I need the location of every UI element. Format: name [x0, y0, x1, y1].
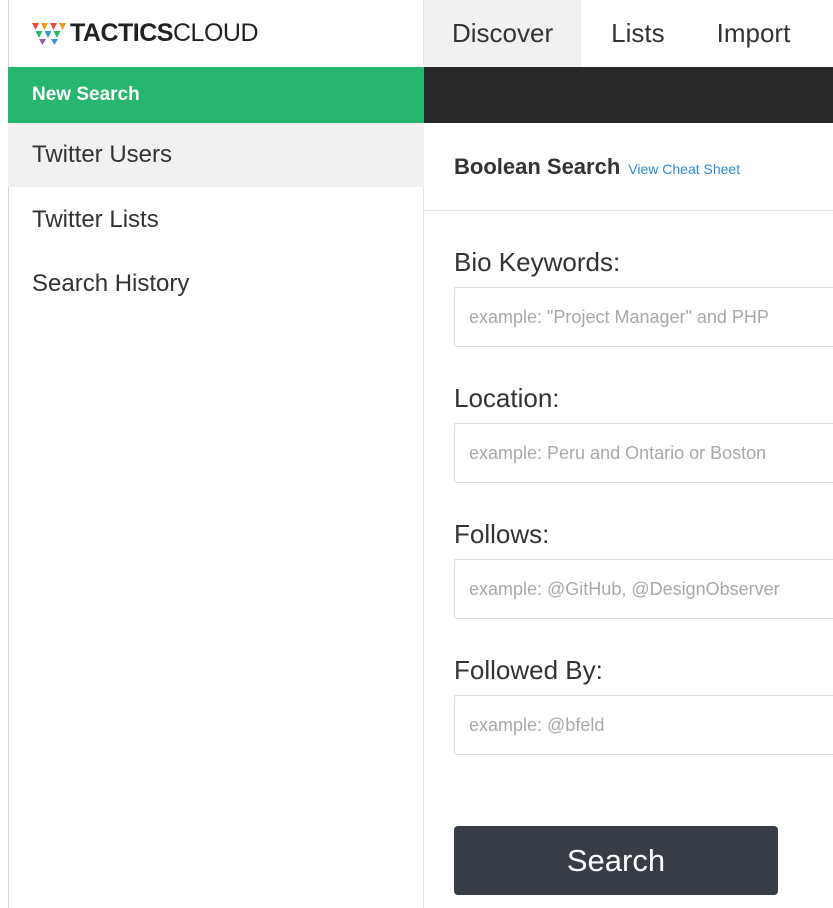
tab-label: Import — [716, 18, 791, 48]
follows-label: Follows: — [454, 519, 550, 549]
tab-label: Lists — [611, 18, 665, 48]
sub-header-bar — [424, 67, 833, 123]
top-navigation: Discover Lists Import — [424, 0, 833, 67]
sidebar-item-label: Twitter Users — [32, 141, 173, 168]
sidebar-item-label: Twitter Lists — [32, 206, 159, 233]
boolean-search-form: Bio Keywords: Location: Follows: Followe… — [424, 211, 833, 908]
tab-discover[interactable]: Discover — [424, 0, 582, 67]
bio-keywords-label: Bio Keywords: — [454, 247, 621, 277]
sidebar: TACTICSCLOUD New Search Twitter Users Tw… — [0, 0, 424, 908]
location-label: Location: — [454, 383, 560, 413]
followed-by-label: Followed By: — [454, 655, 603, 685]
tab-label: Discover — [452, 18, 554, 48]
sidebar-item-new-search[interactable]: New Search — [8, 67, 424, 123]
tab-lists[interactable]: Lists — [581, 0, 692, 67]
follows-input[interactable] — [454, 559, 833, 619]
followed-by-input[interactable] — [454, 695, 833, 755]
sidebar-item-twitter-lists[interactable]: Twitter Lists — [8, 188, 424, 252]
bio-keywords-input[interactable] — [454, 287, 833, 347]
sidebar-item-label: Search History — [32, 270, 190, 297]
diamond-triangles-logo-icon — [32, 22, 66, 45]
sidebar-item-twitter-users[interactable]: Twitter Users — [8, 123, 424, 187]
panel-title: Boolean Search — [454, 153, 621, 179]
location-input[interactable] — [454, 423, 833, 483]
brand-logo-link[interactable]: TACTICSCLOUD — [8, 0, 424, 67]
view-cheat-sheet-link[interactable]: View Cheat Sheet — [628, 161, 740, 177]
tab-import[interactable]: Import — [693, 0, 791, 67]
search-button[interactable]: Search — [454, 826, 778, 895]
sidebar-item-search-history[interactable]: Search History — [8, 252, 424, 316]
sidebar-item-label: New Search — [32, 84, 140, 105]
panel-header: Boolean Search View Cheat Sheet — [424, 123, 833, 211]
brand-name: TACTICSCLOUD — [70, 19, 259, 47]
